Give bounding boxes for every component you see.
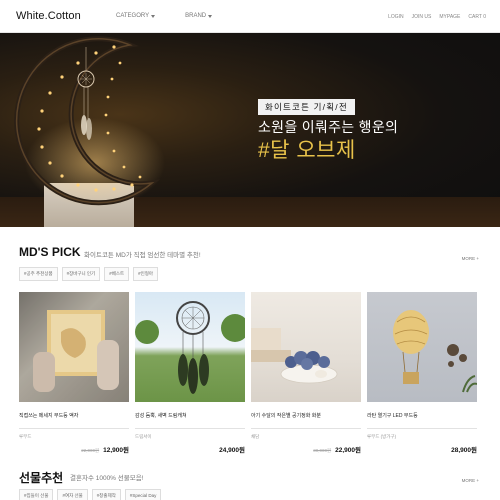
main-nav: CATEGORY BRAND — [116, 13, 213, 19]
original-price: 22,000원 — [81, 448, 100, 453]
product-card[interactable]: 라탄 열기구 LED 무드등 루무드 (방가구) 28,900원 — [367, 292, 477, 454]
nav-brand-label: BRAND — [185, 13, 207, 19]
rattan-balloon-lamp-icon — [393, 310, 477, 393]
product-card[interactable]: 아기 수달의 작은별 공기정화 화분 채담 30,000원 22,900원 — [251, 292, 361, 454]
product-name[interactable]: 직접쓰는 메세지 무드등 액자 — [19, 412, 129, 420]
price-row: 24,900원 — [135, 444, 245, 454]
product-list: 직접쓰는 메세지 무드등 액자 루무드 22,000원 12,900원 감성 듬… — [19, 292, 477, 454]
product-card[interactable]: 직접쓰는 메세지 무드등 액자 루무드 22,000원 12,900원 — [19, 292, 129, 454]
tag-chip[interactable]: #공주 추천상품 — [19, 267, 58, 281]
product-name[interactable]: 라탄 열기구 LED 무드등 — [367, 412, 477, 420]
price-row: 22,000원 12,900원 — [19, 444, 129, 454]
tag-chip[interactable]: #인형아 — [133, 267, 159, 281]
price-row: 30,000원 22,900원 — [251, 444, 361, 454]
tag-chip[interactable]: #창출제작 — [91, 489, 121, 500]
cart-link[interactable]: CART 0 — [468, 14, 486, 20]
product-image[interactable] — [251, 292, 361, 402]
price-row: 28,900원 — [367, 444, 477, 454]
gift-more-link[interactable]: MORE + — [462, 478, 479, 483]
product-brand: 루무드 — [19, 434, 32, 439]
tag-chip[interactable]: #장바구니 인기 — [61, 267, 101, 281]
product-name[interactable]: 감성 듬뿍, 새벽 드림캐쳐 — [135, 412, 245, 420]
login-link[interactable]: LOGIN — [388, 14, 404, 20]
sale-price: 24,900원 — [219, 447, 245, 454]
original-price: 30,000원 — [313, 448, 332, 453]
mds-pick-more-link[interactable]: MORE + — [462, 256, 479, 261]
tag-chip[interactable]: #여자 선물 — [57, 489, 88, 500]
product-image[interactable] — [367, 292, 477, 402]
sale-price: 12,900원 — [103, 447, 129, 454]
tag-chip[interactable]: #Special Day — [124, 489, 162, 500]
chevron-down-icon — [151, 14, 156, 18]
product-brand: 채담 — [251, 434, 260, 439]
sale-price: 28,900원 — [451, 447, 477, 454]
hero-promo-tag: 화이트코튼 기/획/전 — [258, 99, 355, 115]
nav-brand[interactable]: BRAND — [185, 13, 213, 19]
hero-banner[interactable]: 화이트코튼 기/획/전 소원을 이뤄주는 행운의 #달 오브제 — [0, 33, 500, 227]
nav-category[interactable]: CATEGORY — [116, 13, 156, 19]
moon-lamp-illustration — [14, 36, 165, 208]
tag-chip[interactable]: #집들이 선물 — [19, 489, 54, 500]
gift-section-title: 선물추천 — [19, 471, 64, 485]
gift-tags: #집들이 선물 #여자 선물 #창출제작 #Special Day — [19, 489, 162, 500]
site-header: White.Cotton CATEGORY BRAND LOGIN JOIN U… — [0, 0, 500, 33]
tag-chip[interactable]: #베스트 — [104, 267, 130, 281]
user-nav: LOGIN JOIN US MYPAGE CART 0 — [388, 14, 486, 20]
mds-pick-subtitle: 화이트코튼 MD가 직접 엄선한 테마별 추천! — [84, 252, 201, 259]
mds-pick-tags: #공주 추천상품 #장바구니 인기 #베스트 #인형아 — [19, 267, 159, 281]
hero-title: #달 오브제 — [258, 139, 356, 162]
dreamcatcher-icon — [135, 301, 245, 394]
divider — [367, 428, 477, 429]
mypage-link[interactable]: MYPAGE — [439, 14, 460, 20]
divider — [19, 428, 129, 429]
site-logo[interactable]: White.Cotton — [16, 10, 81, 22]
join-link[interactable]: JOIN US — [412, 14, 432, 20]
product-image[interactable] — [135, 292, 245, 402]
product-brand: 루무드 (방가구) — [367, 434, 397, 439]
sale-price: 22,900원 — [335, 447, 361, 454]
product-brand: 드림서이 — [135, 434, 152, 439]
product-name[interactable]: 아기 수달의 작은별 공기정화 화분 — [251, 412, 361, 420]
chevron-down-icon — [208, 14, 213, 18]
product-card[interactable]: 감성 듬뿍, 새벽 드림캐쳐 드림서이 24,900원 — [135, 292, 245, 454]
photo-frame-lamp-icon — [19, 292, 129, 402]
gift-section-subtitle: 결혼자수 1000% 선물모음! — [70, 475, 144, 482]
divider — [251, 428, 361, 429]
divider — [135, 428, 245, 429]
nav-category-label: CATEGORY — [116, 13, 150, 19]
product-image[interactable] — [19, 292, 129, 402]
otter-planter-icon — [251, 328, 338, 384]
mds-pick-title: MD'S PICK — [19, 245, 81, 259]
